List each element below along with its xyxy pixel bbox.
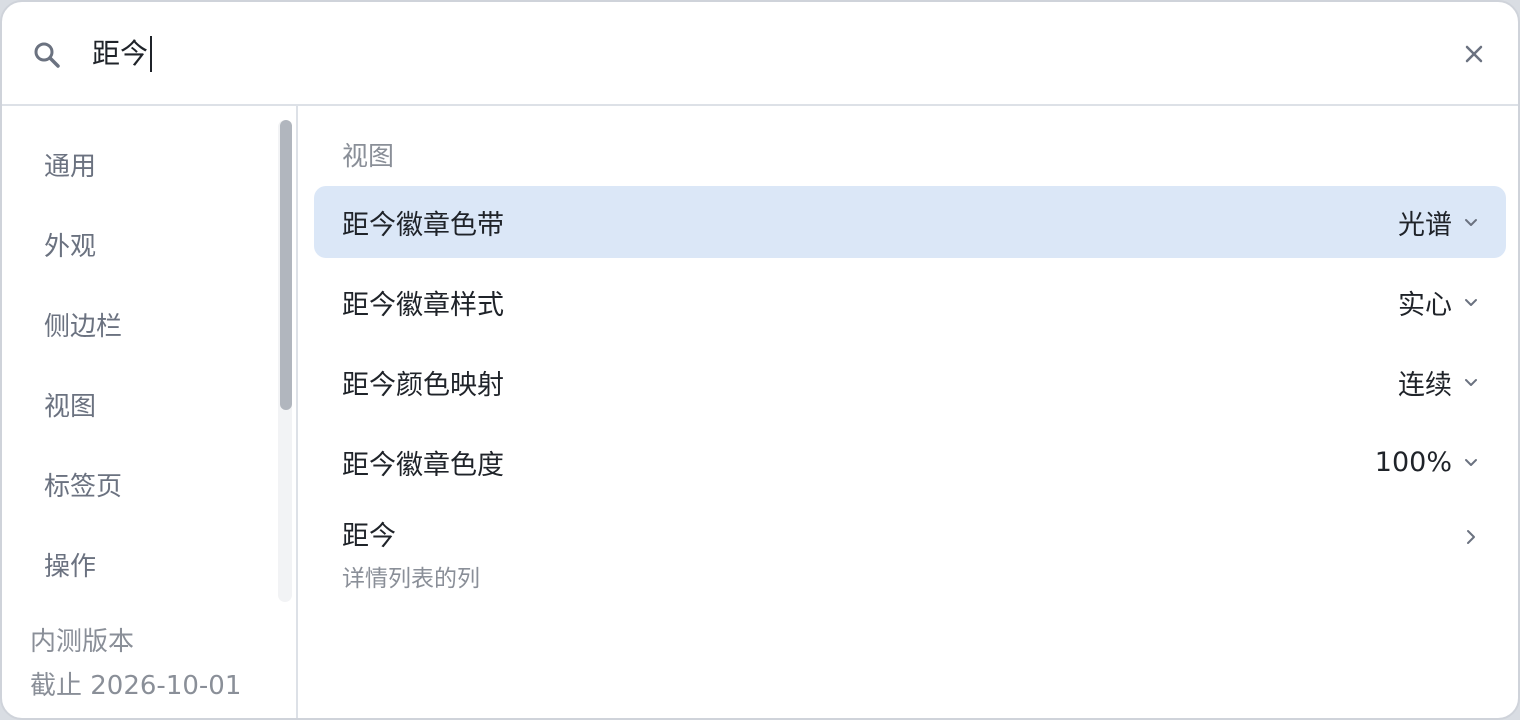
chevron-down-icon [1462,453,1480,471]
sidebar-item-appearance[interactable]: 外观 [2,204,278,284]
setting-dropdown[interactable]: 连续 [1398,363,1480,402]
text-caret [150,36,153,72]
version-info: 内测版本 截止 2026-10-01 [30,620,241,708]
search-bar: 距今 [2,2,1518,106]
chevron-down-icon [1462,293,1480,311]
section-title: 视图 [342,142,395,172]
setting-dropdown[interactable]: 100% [1375,447,1480,478]
setting-label: 距今 [342,521,396,552]
sidebar-scrollbar-thumb[interactable] [280,120,292,410]
chevron-down-icon [1462,213,1480,231]
setting-color-mapping[interactable]: 距今颜色映射 连续 [314,346,1506,418]
setting-label: 距今颜色映射 [342,369,504,401]
setting-subtitle: 详情列表的列 [342,566,480,592]
setting-dropdown[interactable]: 光谱 [1398,203,1480,242]
sidebar-item-general[interactable]: 通用 [2,124,278,204]
sidebar-item-label: 通用 [44,151,97,182]
search-input-value[interactable]: 距今 [92,34,148,74]
setting-dropdown[interactable]: 实心 [1398,283,1480,322]
version-label: 内测版本 [30,627,135,657]
sidebar: 通用 外观 侧边栏 视图 标签页 操作 内测版本 截止 2026-10-01 [2,106,298,718]
sidebar-list: 通用 外观 侧边栏 视图 标签页 操作 [2,124,278,604]
setting-label: 距今徽章色带 [342,209,504,241]
setting-nav-elapsed[interactable]: 距今 详情列表的列 [314,506,1506,596]
search-icon [32,40,62,70]
chevron-down-icon [1462,373,1480,391]
settings-panel: 视图 距今徽章色带 光谱 距今徽章样式 实心 距今颜色映射 连续 距今徽章色度 … [300,106,1518,718]
sidebar-item-view[interactable]: 视图 [2,364,278,444]
sidebar-item-actions[interactable]: 操作 [2,524,278,604]
setting-badge-color-band[interactable]: 距今徽章色带 光谱 [314,186,1506,258]
sidebar-item-label: 侧边栏 [44,311,123,342]
sidebar-item-tabs[interactable]: 标签页 [2,444,278,524]
setting-label: 距今徽章样式 [342,289,504,321]
sidebar-item-label: 外观 [44,231,97,262]
setting-label: 距今徽章色度 [342,449,504,481]
sidebar-item-sidebar[interactable]: 侧边栏 [2,284,278,364]
sidebar-item-label: 视图 [44,391,97,422]
version-expiry: 截止 2026-10-01 [30,671,242,701]
setting-badge-style[interactable]: 距今徽章样式 实心 [314,266,1506,338]
close-icon[interactable] [1460,40,1488,68]
sidebar-item-label: 操作 [44,551,97,582]
sidebar-item-label: 标签页 [44,471,123,502]
search-input[interactable]: 距今 [92,34,153,74]
settings-list: 距今徽章色带 光谱 距今徽章样式 实心 距今颜色映射 连续 距今徽章色度 100… [314,186,1506,604]
setting-value: 100% [1374,446,1452,478]
settings-window: 距今 通用 外观 侧边栏 视图 标签页 操作 内测版本 截止 2026-10-0… [0,0,1520,720]
setting-badge-saturation[interactable]: 距今徽章色度 100% [314,426,1506,498]
setting-value: 实心 [1398,289,1452,321]
chevron-right-icon [1462,528,1480,546]
nav-text: 距今 详情列表的列 [342,514,480,593]
setting-value: 光谱 [1398,209,1452,241]
setting-value: 连续 [1398,369,1452,401]
